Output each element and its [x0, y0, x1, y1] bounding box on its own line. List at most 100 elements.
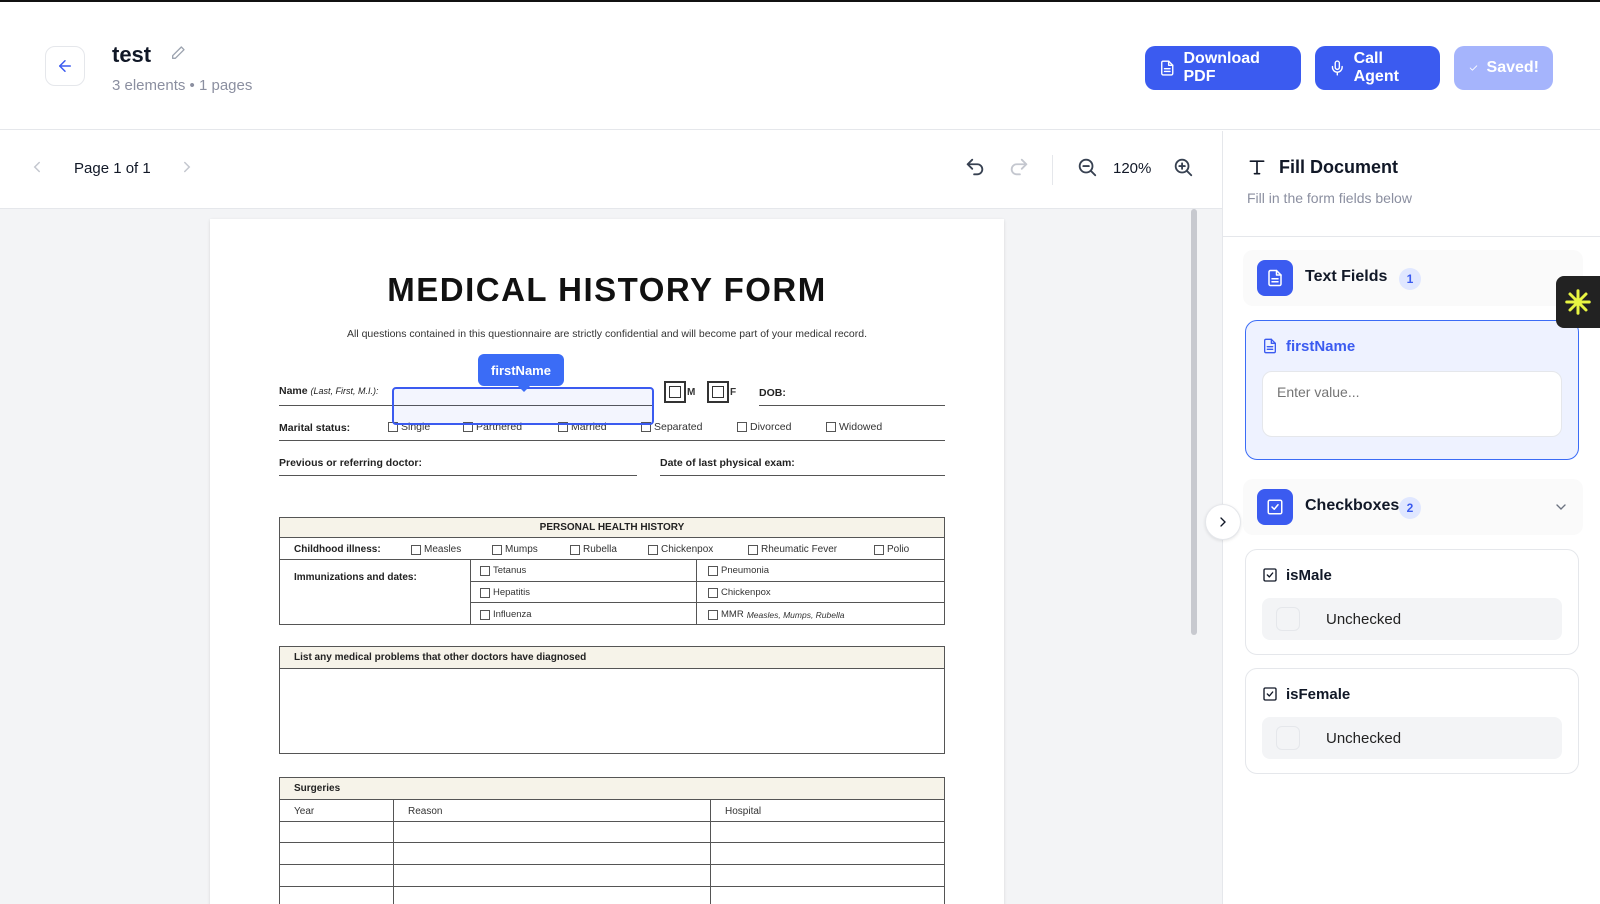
undo-icon: [966, 158, 984, 176]
panel-header: Fill Document Fill in the form fields be…: [1223, 131, 1600, 237]
assistant-button[interactable]: [1556, 276, 1600, 328]
immunization-option[interactable]: Hepatitis: [480, 587, 530, 598]
childhood-option[interactable]: Chickenpox: [648, 544, 713, 555]
collapse-panel-button[interactable]: [1205, 504, 1241, 540]
previous-page-button[interactable]: [28, 158, 46, 176]
download-pdf-button[interactable]: Download PDF: [1145, 46, 1301, 90]
chevron-down-icon[interactable]: [1553, 499, 1569, 515]
immunization-option[interactable]: MMR Measles, Mumps, Rubella: [708, 609, 845, 620]
document-canvas[interactable]: MEDICAL HISTORY FORM All questions conta…: [0, 209, 1222, 904]
canvas-scrollbar[interactable]: [1191, 209, 1197, 635]
childhood-option[interactable]: Measles: [411, 544, 461, 555]
childhood-option-label: Chickenpox: [661, 544, 714, 555]
female-checkbox[interactable]: [707, 381, 729, 403]
undo-button[interactable]: [964, 156, 986, 178]
firstname-label: firstName: [1286, 338, 1356, 355]
edit-title-button[interactable]: [170, 45, 186, 66]
pdf-page[interactable]: MEDICAL HISTORY FORM All questions conta…: [210, 219, 1004, 904]
isfemale-state: Unchecked: [1326, 729, 1402, 747]
dob-label: DOB:: [759, 387, 786, 399]
surgery-col-header: Reason: [408, 806, 443, 817]
firstname-field-overlay[interactable]: [392, 387, 654, 425]
table-divider: [280, 821, 944, 822]
text-fields-section-header[interactable]: Text Fields 1: [1243, 250, 1583, 306]
immunization-option-label: MMR: [721, 609, 744, 620]
dob-line: [759, 405, 945, 406]
ismale-toggle[interactable]: Unchecked: [1262, 598, 1562, 640]
isfemale-label: isFemale: [1286, 686, 1351, 703]
panel-subtitle: Fill in the form fields below: [1247, 190, 1412, 206]
page-indicator: Page 1 of 1: [74, 160, 151, 177]
saved-button[interactable]: Saved!: [1454, 46, 1553, 90]
immunization-option-label: Chickenpox: [721, 587, 771, 598]
next-page-button[interactable]: [178, 158, 196, 176]
checkbox-square: [492, 544, 502, 555]
checkbox-square: [748, 544, 758, 555]
chevron-left-icon: [33, 161, 40, 173]
checkbox-square: [874, 544, 884, 555]
firstname-field-tag[interactable]: firstName: [478, 354, 564, 392]
immunization-option[interactable]: Tetanus: [480, 565, 526, 576]
name-hint: (Last, First, M.I.):: [310, 386, 379, 396]
document-icon: [1264, 338, 1276, 354]
table-divider: [280, 864, 944, 865]
checkbox-square: [708, 565, 718, 576]
doctor-label: Previous or referring doctor:: [279, 457, 422, 469]
checkbox-icon: [1263, 568, 1277, 582]
childhood-option-label: Rheumatic Fever: [761, 544, 838, 555]
marital-label: Marital status:: [279, 422, 351, 434]
immunization-option[interactable]: Influenza: [480, 609, 532, 620]
immunizations-label: Immunizations and dates:: [294, 572, 417, 583]
immunization-option-label: Tetanus: [493, 565, 527, 576]
marital-option[interactable]: Widowed: [826, 421, 882, 433]
immunization-option[interactable]: Chickenpox: [708, 587, 771, 598]
table-divider: [696, 559, 697, 624]
chevron-right-icon: [184, 161, 191, 173]
zoom-in-button[interactable]: [1172, 156, 1194, 178]
marital-line: [279, 440, 945, 441]
marital-option[interactable]: Divorced: [737, 421, 791, 433]
firstname-card[interactable]: firstName: [1245, 320, 1579, 460]
call-agent-button[interactable]: Call Agent: [1315, 46, 1440, 90]
male-checkbox-inner: [669, 386, 681, 398]
surgery-col-header: Year: [294, 806, 315, 817]
ismale-state: Unchecked: [1326, 610, 1402, 628]
checkbox-square: [708, 609, 718, 620]
health-history-table: PERSONAL HEALTH HISTORY Childhood illnes…: [279, 517, 945, 625]
section-icon-box: [1257, 260, 1293, 296]
immunization-option[interactable]: Pneumonia: [708, 565, 769, 576]
childhood-option-label: Rubella: [583, 544, 617, 555]
marital-option-label: Separated: [654, 421, 703, 433]
zoom-out-icon: [1078, 158, 1097, 177]
marital-option-label: Divorced: [750, 421, 792, 433]
checkboxes-section-header[interactable]: Checkboxes 2: [1243, 479, 1583, 535]
ismale-card[interactable]: isMale Unchecked: [1245, 549, 1579, 655]
microphone-icon: [1331, 60, 1343, 76]
childhood-option[interactable]: Rheumatic Fever: [748, 544, 837, 555]
medical-problems-title: List any medical problems that other doc…: [280, 647, 944, 669]
zoom-out-button[interactable]: [1076, 156, 1098, 178]
childhood-option[interactable]: Mumps: [492, 544, 538, 555]
mmr-hint: Measles, Mumps, Rubella: [746, 609, 845, 620]
redo-button[interactable]: [1008, 156, 1030, 178]
isfemale-checkbox[interactable]: [1276, 726, 1300, 750]
back-button[interactable]: [45, 46, 85, 86]
exam-label: Date of last physical exam:: [660, 457, 795, 469]
male-letter: M: [687, 387, 696, 398]
checkbox-square: [480, 609, 490, 620]
app-header: test 3 elements • 1 pages Download PDF C…: [0, 2, 1600, 130]
fill-document-panel: Fill Document Fill in the form fields be…: [1222, 131, 1600, 904]
firstname-input[interactable]: [1262, 371, 1562, 437]
childhood-label: Childhood illness:: [294, 544, 381, 555]
male-checkbox[interactable]: [664, 381, 686, 403]
medical-problems-box: List any medical problems that other doc…: [279, 646, 945, 754]
checkbox-square: [480, 587, 490, 598]
ismale-checkbox[interactable]: [1276, 607, 1300, 631]
name-label-text: Name: [279, 385, 308, 397]
childhood-option[interactable]: Rubella: [570, 544, 617, 555]
childhood-option[interactable]: Polio: [874, 544, 909, 555]
isfemale-card[interactable]: isFemale Unchecked: [1245, 668, 1579, 774]
isfemale-toggle[interactable]: Unchecked: [1262, 717, 1562, 759]
table-divider: [470, 602, 944, 603]
checkbox-square: [570, 544, 580, 555]
